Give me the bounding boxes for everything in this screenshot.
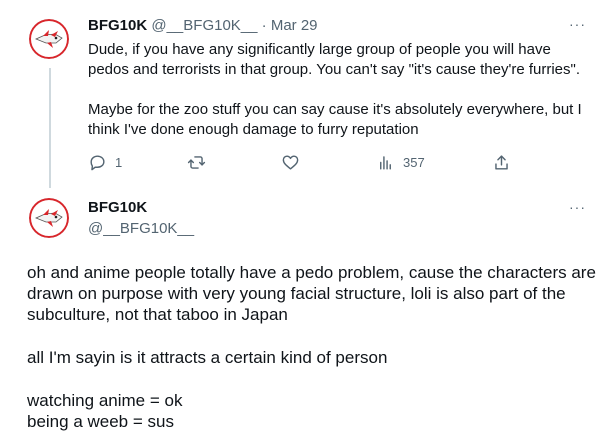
tweet-text: oh and anime people totally have a pedo …: [27, 262, 607, 432]
share-button[interactable]: [492, 150, 511, 174]
views-icon: [380, 155, 391, 170]
handle[interactable]: @__BFG10K__: [151, 17, 257, 34]
like-button[interactable]: [281, 150, 300, 174]
tweet-text: Dude, if you have any significantly larg…: [88, 40, 588, 140]
tweet-header: BFG10K @__BFG10K__ · Mar 29: [88, 16, 318, 36]
display-name[interactable]: BFG10K: [88, 198, 147, 218]
views-button[interactable]: 357: [376, 150, 425, 174]
handle[interactable]: @__BFG10K__: [88, 219, 194, 239]
timestamp[interactable]: Mar 29: [271, 17, 318, 34]
views-count: 357: [403, 154, 425, 170]
reply-count: 1: [115, 154, 123, 170]
tweet-paragraph: Maybe for the zoo stuff you can say caus…: [88, 101, 582, 138]
reply-icon: [90, 154, 105, 170]
avatar[interactable]: [29, 198, 69, 238]
avatar[interactable]: [29, 19, 69, 59]
display-name[interactable]: BFG10K: [88, 17, 147, 34]
reply-button[interactable]: 1: [88, 150, 122, 174]
tweet-line: watching anime = ok: [27, 391, 183, 410]
avatar-image: [29, 19, 69, 59]
tweet-actions: 1 357: [80, 150, 540, 174]
more-options-button[interactable]: ···: [569, 16, 586, 32]
separator: ·: [261, 17, 267, 34]
avatar-image: [29, 198, 69, 238]
heart-icon: [282, 154, 299, 170]
tweet-paragraph: oh and anime people totally have a pedo …: [27, 263, 596, 324]
thread-connector-line: [49, 68, 51, 188]
tweet-line: being a weeb = sus: [27, 412, 174, 431]
share-icon: [495, 154, 508, 170]
retweet-icon: [187, 155, 206, 169]
tweet-paragraph: all I'm sayin is it attracts a certain k…: [27, 348, 388, 367]
more-options-button[interactable]: ···: [569, 199, 586, 215]
retweet-button[interactable]: [187, 150, 206, 174]
tweet-paragraph: Dude, if you have any significantly larg…: [88, 41, 581, 78]
